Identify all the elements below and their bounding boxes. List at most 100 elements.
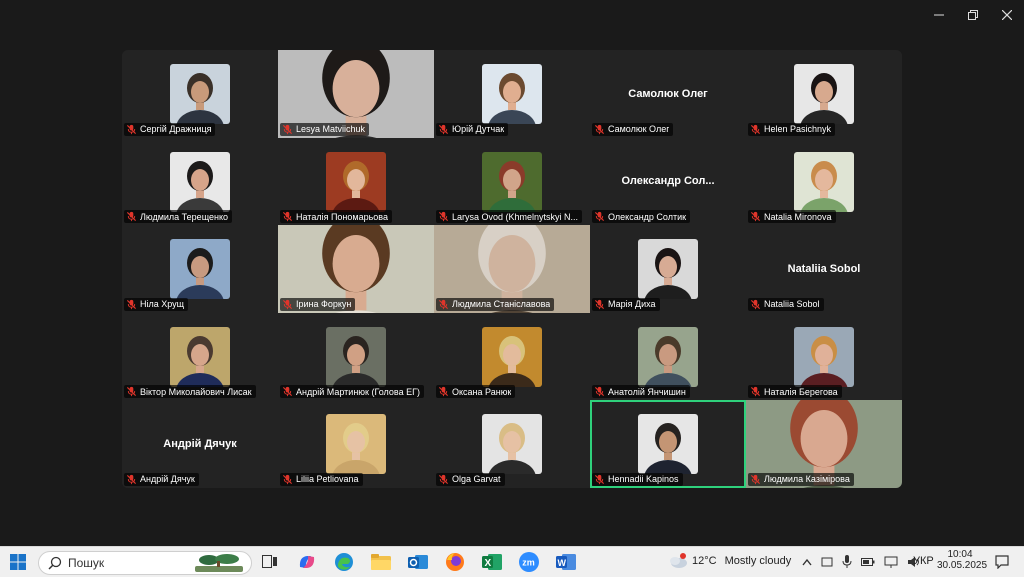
participant-tile[interactable]: Nataliia Sobol Nataliia Sobol — [746, 225, 902, 313]
battery-icon[interactable] — [861, 557, 875, 567]
network-icon[interactable] — [884, 556, 898, 568]
onedrive-icon[interactable] — [821, 556, 833, 568]
taskbar-search[interactable]: Пошук — [38, 551, 252, 575]
mic-muted-icon — [126, 212, 137, 222]
avatar — [482, 151, 542, 212]
close-button[interactable] — [990, 0, 1024, 30]
participant-name-label: Анатолій Янчишин — [592, 385, 690, 399]
mic-muted-icon — [126, 299, 137, 309]
participant-tile[interactable]: Ірина Форкун — [278, 225, 434, 313]
windows-logo-icon — [10, 554, 26, 570]
participant-tile[interactable]: Людмила Казімірова — [746, 400, 902, 488]
participant-tile[interactable]: Helen Pasichnyk — [746, 50, 902, 138]
participant-name: Наталія Пономарьова — [296, 211, 388, 222]
edge-button[interactable] — [332, 550, 356, 574]
participant-name-label: Олександр Солтик — [592, 210, 691, 224]
avatar — [170, 326, 230, 387]
notifications-button[interactable] — [990, 550, 1014, 574]
participant-name: Natalia Mironova — [764, 211, 832, 222]
avatar — [482, 64, 542, 124]
participant-tile[interactable]: Анатолій Янчишин — [590, 312, 746, 401]
mic-muted-icon — [282, 299, 293, 309]
notification-icon — [995, 555, 1009, 569]
restore-button[interactable] — [956, 0, 990, 30]
participant-tile[interactable]: Віктор Миколайович Лисак — [122, 312, 278, 401]
avatar — [170, 239, 230, 300]
profile-photo — [482, 151, 542, 212]
mic-muted-icon — [750, 299, 761, 309]
cloud-icon — [670, 553, 687, 568]
participant-tile[interactable]: Людмила Станіславова — [434, 225, 590, 313]
word-button[interactable]: W — [554, 550, 578, 574]
participant-name-label: Larysa Ovod (Khmelnytskyi N... — [436, 210, 583, 224]
participant-tile[interactable]: Марія Диха — [590, 225, 746, 313]
participant-tile[interactable]: Людмила Терещенко — [122, 137, 278, 226]
firefox-button[interactable] — [443, 550, 467, 574]
chevron-up-icon[interactable] — [802, 558, 812, 566]
task-view-button[interactable] — [258, 550, 282, 574]
minimize-icon — [934, 14, 944, 16]
mic-muted-icon — [594, 299, 605, 309]
copilot-button[interactable] — [295, 550, 319, 574]
participant-name: Larysa Ovod (Khmelnytskyi N... — [452, 211, 579, 222]
profile-photo — [482, 326, 542, 387]
avatar — [794, 326, 854, 387]
mic-muted-icon — [594, 212, 605, 222]
participant-tile[interactable]: Natalia Mironova — [746, 137, 902, 226]
mic-muted-icon — [750, 212, 761, 222]
avatar — [638, 239, 698, 300]
participant-tile[interactable]: Наталія Пономарьова — [278, 137, 434, 226]
mic-muted-icon — [126, 474, 137, 485]
participant-tile-active-speaker[interactable]: Hennadii Kapinos — [590, 400, 746, 488]
participant-name: Андрій Мартинюк (Голова ЕГ) — [296, 386, 420, 397]
restore-icon — [968, 10, 978, 20]
participant-name-label: Сергій Дражниця — [124, 122, 216, 136]
avatar — [638, 414, 698, 475]
participant-name: Nataliia Sobol — [764, 299, 820, 310]
participant-name: Helen Pasichnyk — [764, 124, 832, 135]
copilot-icon — [299, 556, 315, 568]
start-button[interactable] — [6, 550, 30, 574]
outlook-button[interactable] — [406, 550, 430, 574]
profile-photo — [794, 64, 854, 124]
participant-tile[interactable]: Олександр Сол... Олександр Солтик — [590, 137, 746, 226]
participant-tile[interactable]: Lesya Matviichuk — [278, 50, 434, 138]
avatar — [482, 414, 542, 475]
word-icon: W — [556, 554, 576, 570]
participant-name: Liliia Petliovana — [296, 474, 359, 485]
profile-photo — [326, 326, 386, 387]
profile-photo — [170, 326, 230, 387]
input-language[interactable]: УКР — [913, 555, 934, 567]
microphone-icon[interactable] — [842, 555, 852, 569]
participant-name-label: Lesya Matviichuk — [280, 122, 370, 136]
participant-tile[interactable]: Андрій Мартинюк (Голова ЕГ) — [278, 312, 434, 401]
participant-name-label: Людмила Станіславова — [436, 297, 555, 311]
participant-tile[interactable]: Сергій Дражниця — [122, 50, 278, 138]
system-tray — [802, 555, 921, 569]
participant-tile[interactable]: Андрій Дячук Андрій Дячук — [122, 400, 278, 488]
file-explorer-button[interactable] — [369, 550, 393, 574]
participant-tile[interactable]: Liliia Petliovana — [278, 400, 434, 488]
profile-photo — [326, 151, 386, 212]
participant-tile[interactable]: Оксана Ранюк — [434, 312, 590, 401]
participant-tile[interactable]: Olga Garvat — [434, 400, 590, 488]
participant-tile[interactable]: Юрій Дутчак — [434, 50, 590, 138]
participant-name: Людмила Казімірова — [764, 474, 850, 485]
excel-button[interactable]: X — [480, 550, 504, 574]
participant-name-label: Наталія Пономарьова — [280, 210, 392, 224]
mic-muted-icon — [126, 124, 137, 134]
mic-muted-icon — [594, 474, 605, 485]
minimize-button[interactable] — [922, 0, 956, 30]
weather-widget[interactable]: 12°C Mostly cloudy — [668, 553, 791, 569]
svg-text:W: W — [558, 558, 567, 568]
participant-tile[interactable]: Самолюк Олег Самолюк Олег — [590, 50, 746, 138]
zoom-button[interactable]: zm — [517, 550, 541, 574]
participant-tile[interactable]: Наталія Берегова — [746, 312, 902, 401]
participant-tile[interactable]: Ніла Хрущ — [122, 225, 278, 313]
mic-muted-icon — [594, 387, 605, 397]
search-placeholder: Пошук — [68, 556, 105, 570]
participant-tile[interactable]: Larysa Ovod (Khmelnytskyi N... — [434, 137, 590, 226]
profile-photo — [326, 414, 386, 475]
avatar — [482, 326, 542, 387]
clock[interactable]: 10:04 30.05.2025 — [937, 549, 987, 571]
